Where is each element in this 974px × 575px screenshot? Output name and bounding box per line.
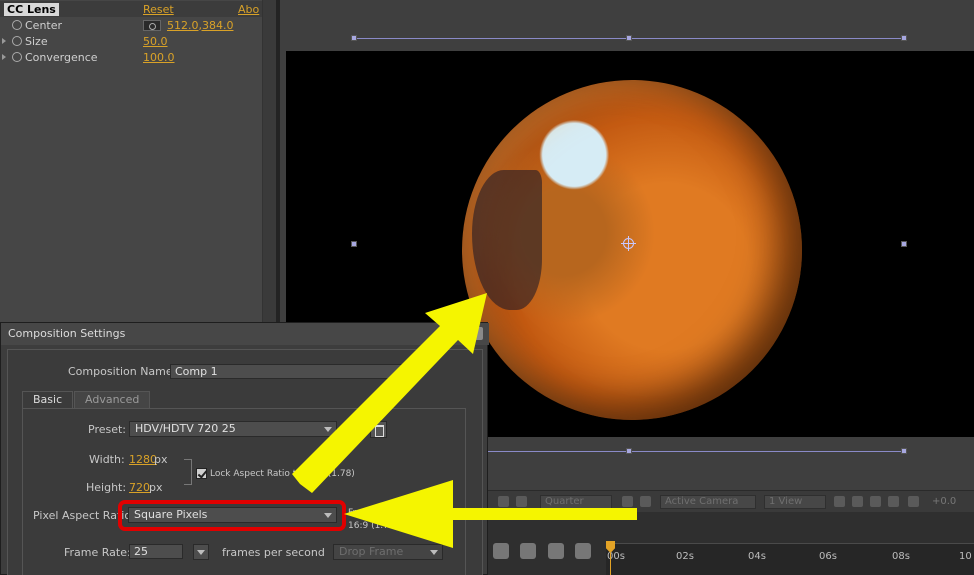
fast-preview-icon[interactable] <box>852 496 863 507</box>
drop-frame-value: Drop Frame <box>339 545 404 558</box>
chevron-down-icon <box>430 550 438 555</box>
layer-handle[interactable] <box>626 448 632 454</box>
close-icon[interactable] <box>471 327 483 340</box>
stopwatch-icon[interactable] <box>12 52 22 62</box>
aspect-link-bracket <box>184 459 192 485</box>
layer-handle[interactable] <box>351 35 357 41</box>
effect-name[interactable]: CC Lens <box>4 2 59 16</box>
timeline-icon[interactable] <box>870 496 881 507</box>
width-unit: px <box>154 453 168 466</box>
comp-flowchart-icon[interactable] <box>888 496 899 507</box>
frame-blending-icon[interactable] <box>575 543 591 559</box>
anchor-point-icon[interactable] <box>621 236 636 251</box>
viewer-toolbar: Quarter Active Camera 1 View +0.0 <box>488 490 974 512</box>
layer-handle[interactable] <box>351 241 357 247</box>
channel-icon[interactable] <box>498 496 509 507</box>
drop-frame-select: Drop Frame <box>333 544 443 560</box>
center-value[interactable]: 512.0,384.0 <box>167 19 233 32</box>
time-tick: 04s <box>748 551 766 562</box>
property-label: Convergence <box>25 50 98 64</box>
tab-basic[interactable]: Basic <box>22 391 74 409</box>
snapshot-icon[interactable] <box>516 496 527 507</box>
transparency-grid-icon[interactable] <box>640 496 651 507</box>
chevron-down-icon <box>324 427 332 432</box>
frame-rate-dropdown[interactable] <box>193 544 209 560</box>
preset-value: HDV/HDTV 720 25 <box>135 422 236 435</box>
stopwatch-icon[interactable] <box>12 36 22 46</box>
frame-rate-input[interactable]: 25 <box>129 544 183 559</box>
current-time-line <box>610 553 611 575</box>
highlight-box <box>118 500 346 531</box>
camera-select[interactable]: Active Camera <box>660 495 756 509</box>
layer-handle[interactable] <box>626 35 632 41</box>
resolution-select[interactable]: Quarter <box>540 495 612 509</box>
effect-header-row: CC Lens Reset Abo <box>0 1 262 17</box>
time-tick: 02s <box>676 551 694 562</box>
frame-aspect-label: Frame <box>348 508 377 518</box>
lock-aspect-checkbox[interactable] <box>196 468 207 479</box>
frame-rate-label: Frame Rate: <box>64 546 131 559</box>
trash-icon[interactable] <box>370 421 387 438</box>
dialog-title[interactable]: Composition Settings <box>1 323 489 345</box>
preset-select[interactable]: HDV/HDTV 720 25 <box>129 421 337 437</box>
frame-aspect-value: 16:9 (1.78) <box>348 521 399 531</box>
exposure-reset-icon[interactable] <box>908 496 919 507</box>
exposure-value[interactable]: +0.0 <box>932 496 956 507</box>
time-tick: 08s <box>892 551 910 562</box>
width-label: Width: <box>89 453 125 466</box>
lock-aspect-label: Lock Aspect Ratio to 16:9 (1.78) <box>210 469 355 479</box>
time-ruler[interactable] <box>606 543 974 575</box>
width-value[interactable]: 1280 <box>129 453 157 466</box>
motion-blur-icon[interactable] <box>520 543 536 559</box>
property-label: Size <box>25 34 48 48</box>
chevron-down-icon <box>197 550 205 555</box>
crosshair-target-icon[interactable] <box>143 19 161 31</box>
effect-about-link[interactable]: Abo <box>238 3 259 16</box>
property-row-convergence: Convergence 100.0 <box>0 49 262 65</box>
property-row-center: Center 512.0,384.0 <box>0 17 262 33</box>
stopwatch-icon[interactable] <box>12 20 22 30</box>
disclosure-triangle-icon[interactable] <box>2 54 6 60</box>
draft-3d-icon[interactable] <box>493 543 509 559</box>
disclosure-triangle-icon[interactable] <box>2 38 6 44</box>
comp-name-label: Composition Name: <box>68 365 177 378</box>
fps-label: frames per second <box>222 546 325 559</box>
property-label: Center <box>25 18 63 32</box>
time-tick: 10 <box>959 551 972 562</box>
region-icon[interactable] <box>622 496 633 507</box>
tab-advanced[interactable]: Advanced <box>74 391 151 409</box>
preset-label: Preset: <box>88 423 127 436</box>
effect-controls-scrollbar[interactable] <box>262 0 276 330</box>
layer-handle[interactable] <box>901 448 907 454</box>
view-layout-select[interactable]: 1 View <box>764 495 826 509</box>
size-value[interactable]: 50.0 <box>143 35 168 48</box>
height-value[interactable]: 720 <box>129 481 150 494</box>
height-unit: px <box>149 481 163 494</box>
height-label: Height: <box>86 481 127 494</box>
comp-name-input[interactable]: Comp 1 <box>170 364 420 379</box>
toggle-pixel-icon[interactable] <box>834 496 845 507</box>
time-tick: 06s <box>819 551 837 562</box>
layer-handle[interactable] <box>901 35 907 41</box>
graph-editor-icon[interactable] <box>548 543 564 559</box>
property-row-size: Size 50.0 <box>0 33 262 49</box>
layer-handle[interactable] <box>901 241 907 247</box>
convergence-value[interactable]: 100.0 <box>143 51 175 64</box>
effect-reset-link[interactable]: Reset <box>143 3 174 16</box>
